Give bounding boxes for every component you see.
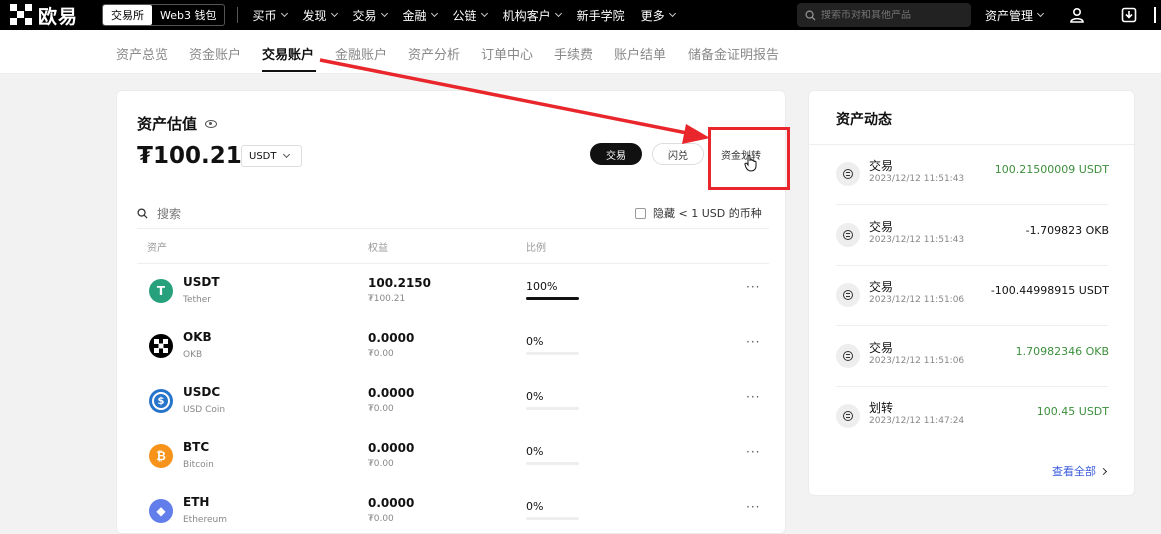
annotation-arrow (319, 58, 710, 144)
hand-cursor-icon (744, 154, 757, 172)
